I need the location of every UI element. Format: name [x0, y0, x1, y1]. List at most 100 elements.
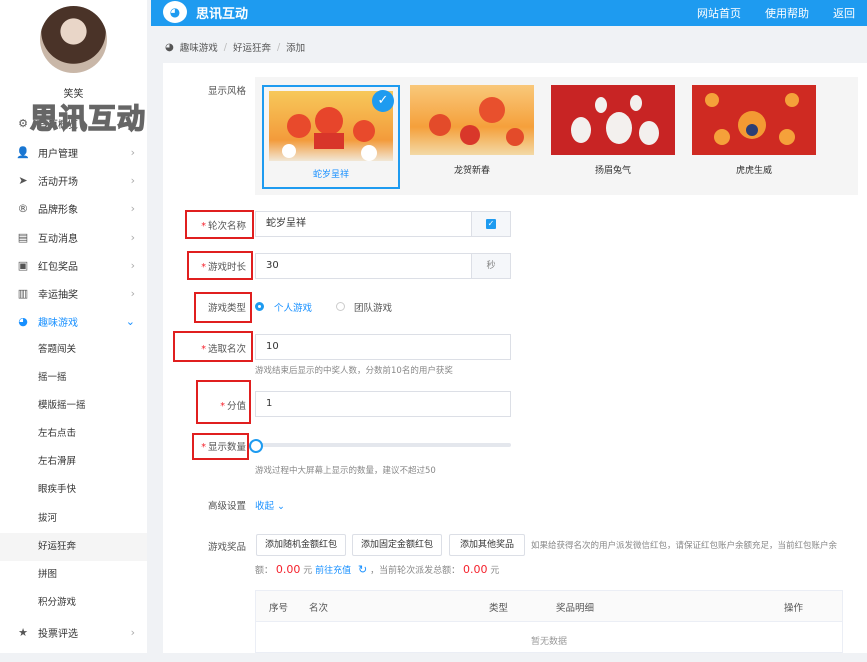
display-count-slider-handle[interactable] [249, 439, 263, 453]
style-caption: 龙贺新春 [453, 166, 490, 176]
table-column-header: 操作 [784, 603, 804, 614]
breadcrumb-item[interactable]: 趣味游戏 [180, 40, 218, 54]
send-icon: ➤ [18, 173, 28, 187]
style-thumbnail [551, 85, 675, 155]
game-icon: ◕ [18, 314, 28, 328]
add-other-prize-button[interactable]: 添加其他奖品 [449, 534, 525, 556]
sidebar-item-redpacket[interactable]: ▣ 红包奖品 › [0, 251, 147, 279]
chevron-right-icon: › [130, 145, 135, 159]
star-icon: ★ [18, 625, 28, 639]
score-input[interactable]: 1 [255, 391, 511, 417]
breadcrumb-item-current: 添加 [286, 43, 306, 54]
advanced-toggle-text: 收起 [255, 501, 275, 512]
chevron-right-icon: › [130, 173, 135, 187]
breadcrumb-item[interactable]: 好运狂奔 [233, 40, 271, 54]
balance-line: 额： 0.00 元 前往充值 ↻ ，当前轮次派发总额： 0.00 元 [255, 563, 499, 576]
table-column-header: 名次 [309, 603, 329, 614]
prizes-note: 如果给获得名次的用户派发微信红包，请保证红包账户余额充足，当前红包账户余 [531, 541, 838, 551]
user-icon: 👤 [16, 145, 30, 159]
sidebar-item-brand[interactable]: ® 品牌形象 › [0, 194, 147, 222]
nav-help-link[interactable]: 使用帮助 [765, 5, 809, 21]
sidebar-subitem[interactable]: 眼疾手快 [0, 476, 147, 504]
radio-team[interactable] [336, 302, 345, 311]
nav-back-link[interactable]: 返回 [833, 5, 855, 21]
sidebar-item-vote[interactable]: ★ 投票评选 › [0, 618, 147, 646]
sidebar-item-messages[interactable]: ▤ 互动消息 › [0, 223, 147, 251]
style-card[interactable]: 龙贺新春 [410, 85, 548, 189]
winners-input[interactable]: 10 [255, 334, 511, 360]
recharge-link[interactable]: 前往充值 [315, 566, 351, 576]
checkbox-checked-icon: ✓ [486, 219, 496, 229]
lottery-icon: ▥ [17, 286, 29, 300]
sidebar-subitem[interactable]: 积分游戏 [0, 589, 147, 617]
style-caption: 虎虎生威 [735, 166, 772, 176]
radio-team-label[interactable]: 团队游戏 [354, 300, 392, 314]
sidebar-item-opening[interactable]: ➤ 活动开场 › [0, 166, 147, 194]
table-empty-text: 暂无数据 [255, 622, 843, 653]
dragon-illustration [429, 97, 524, 146]
display-count-slider-track[interactable] [255, 443, 511, 447]
sidebar-subitem[interactable]: 左右滑屏 [0, 448, 147, 476]
prizes-label: 游戏奖品 [207, 542, 246, 553]
table-column-header: 奖品明细 [556, 603, 595, 614]
style-card-selected[interactable]: ✓ 蛇岁呈祥 [262, 85, 400, 189]
duration-input[interactable]: 30 [255, 253, 472, 279]
sidebar-subitem[interactable]: 拼图 [0, 561, 147, 589]
round-name-checkbox-addon[interactable]: ✓ [471, 211, 511, 237]
refresh-icon[interactable]: ↻ [358, 563, 367, 576]
avatar[interactable] [40, 6, 107, 73]
radio-personal-label[interactable]: 个人游戏 [274, 300, 312, 314]
breadcrumb: ◕ 趣味游戏 / 好运狂奔 / 添加 [165, 40, 306, 55]
style-thumbnail [410, 85, 534, 155]
style-card[interactable]: 扬眉兔气 [551, 85, 689, 189]
balance-value: 0.00 [275, 563, 301, 576]
chevron-right-icon: › [130, 625, 135, 639]
game-icon: ◕ [165, 41, 174, 53]
sidebar-item-label: 红包奖品 [38, 261, 78, 273]
red-packet-icon: ▣ [17, 258, 29, 272]
gear-icon: ⚙ [18, 116, 28, 130]
sidebar-subitem[interactable]: 左右点击 [0, 420, 147, 448]
registered-icon: ® [17, 201, 29, 215]
highlight-box [187, 251, 253, 280]
style-caption: 蛇岁呈祥 [312, 170, 349, 180]
sidebar-subitem[interactable]: 拔河 [0, 505, 147, 533]
balance-unit: 元 [303, 566, 313, 576]
total-unit: 元 [490, 566, 500, 576]
style-thumbnail [692, 85, 816, 155]
chevron-right-icon: › [130, 230, 135, 244]
watermark-text: 思讯互动 [29, 101, 147, 136]
highlight-box [194, 292, 252, 323]
winners-hint: 游戏结束后显示的中奖人数，分数前10名的用户获奖 [255, 366, 453, 376]
sidebar-item-label: 投票评选 [38, 628, 78, 640]
chevron-double-up-icon: ⌄ [277, 501, 286, 512]
chevron-right-icon: › [130, 258, 135, 272]
round-name-input[interactable]: 蛇岁呈祥 [255, 211, 472, 237]
sidebar-item-users[interactable]: 👤 用户管理 › [0, 138, 147, 166]
rabbit-illustration [571, 95, 659, 145]
sidebar-subitem[interactable]: 答题闯关 [0, 336, 147, 364]
top-header: ◕ 思讯互动 网站首页 使用帮助 返回 [151, 0, 867, 26]
nav-home-link[interactable]: 网站首页 [697, 5, 741, 21]
sidebar-item-games[interactable]: ◕ 趣味游戏 ⌄ [0, 307, 147, 335]
sidebar-subitem[interactable]: 摇一摇 [0, 364, 147, 392]
table-column-header: 序号 [269, 603, 289, 614]
tiger-illustration [705, 93, 799, 145]
highlight-box [185, 210, 254, 239]
style-label: 显示风格 [207, 86, 246, 97]
sidebar-item-label: 活动开场 [38, 176, 78, 188]
style-caption: 扬眉兔气 [594, 166, 631, 176]
highlight-box [196, 380, 251, 424]
sidebar-item-lottery[interactable]: ▥ 幸运抽奖 › [0, 279, 147, 307]
sidebar-item-label: 互动消息 [38, 233, 78, 245]
radio-personal-selected[interactable] [255, 302, 264, 311]
sidebar-subitem-current[interactable]: 好运狂奔 [0, 533, 147, 561]
brand-title: 思讯互动 [196, 7, 249, 22]
advanced-toggle[interactable]: 收起 ⌄ [255, 498, 285, 512]
sidebar-item-label: 品牌形象 [38, 204, 78, 216]
sidebar-subitem[interactable]: 模版摇一摇 [0, 392, 147, 420]
style-card[interactable]: 虎虎生威 [692, 85, 830, 189]
add-fixed-redpacket-button[interactable]: 添加固定金额红包 [352, 534, 442, 556]
add-random-redpacket-button[interactable]: 添加随机金额红包 [256, 534, 346, 556]
balance-label: 额： [255, 566, 274, 576]
